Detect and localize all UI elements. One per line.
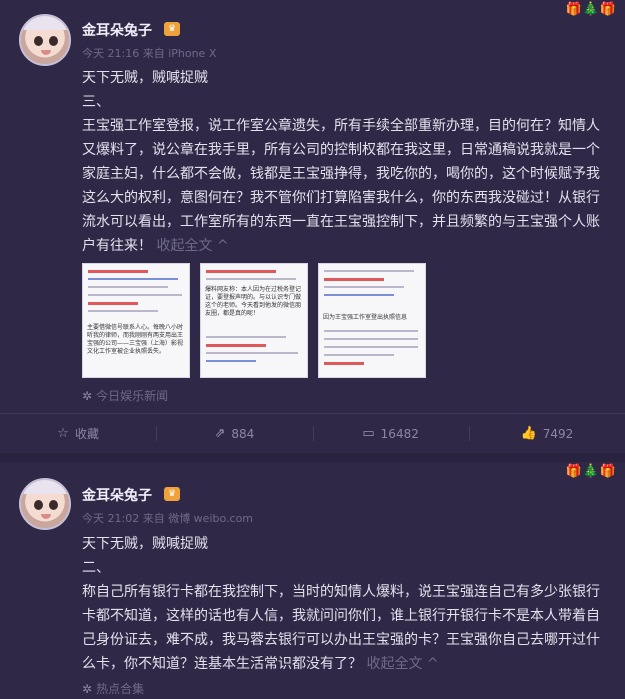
post-meta: 今天 21:16 来自 iPhone X [82,47,217,60]
vip-crown-icon: ♛ [164,487,180,501]
christmas-decoration-icon: 🎁🎄🎁 [565,464,617,479]
star-icon: ☆ [57,426,69,441]
thumbnail-caption: 主要借微信号联系人心。每晚八小时听我的律师，而我刚刚有两支用出王宝强的公司——三… [87,324,184,355]
comment-count: 16482 [380,426,419,441]
thumbnail-caption: 爆料网友称：本人因为在过税务登记证，要登报声明的。与以认识专门做这个的老师。今天… [205,286,302,317]
vip-crown-icon: ♛ [164,22,180,36]
share-button[interactable]: ⇗ 884 [156,414,312,453]
comment-button[interactable]: ▭ 16482 [312,414,469,453]
share-icon: ⇗ [214,426,226,441]
source-label: 今日娱乐新闻 [96,389,169,403]
weibo-post-1: 🎁🎄🎁 金耳朵兔子 ♛ 今天 21:16 来自 iPhone X 天下无贼，贼喊… [0,0,625,453]
source-tag[interactable]: ✲ 今日娱乐新闻 [82,387,168,404]
post-line: 三、 [82,94,110,110]
favorite-label: 收藏 [74,427,99,441]
share-count: 884 [231,426,255,441]
image-thumbnail[interactable]: 因为王宝强工作室登出执照信息 [318,263,426,378]
user-name[interactable]: 金耳朵兔子 [82,485,152,505]
avatar[interactable] [19,14,71,66]
post-text: 天下无贼，贼喊捉贼 三、 王宝强工作室登报，说工作室公章遗失，所有手续全部重新办… [82,66,602,258]
user-name[interactable]: 金耳朵兔子 [82,20,152,40]
collapse-link[interactable]: 收起全文 ^ [156,238,228,254]
collapse-link[interactable]: 收起全文 ^ [366,656,438,672]
like-button[interactable]: 👍 7492 [468,414,625,453]
source-tag[interactable]: ✲ 热点合集 [82,680,144,697]
christmas-decoration-icon: 🎁🎄🎁 [565,2,617,17]
image-thumbnail[interactable]: 爆料网友称：本人因为在过税务登记证，要登报声明的。与以认识专门做这个的老师。今天… [200,263,308,378]
like-icon: 👍 [520,426,537,441]
image-thumbnail[interactable]: 主要借微信号联系人心。每晚八小时听我的律师，而我刚刚有两支用出王宝强的公司——三… [82,263,190,378]
favorite-button[interactable]: ☆ 收藏 [0,414,156,453]
post-line: 二、 [82,560,110,576]
thumbnail-caption: 因为王宝强工作室登出执照信息 [323,314,408,321]
post-line: 称自己所有银行卡都在我控制下，当时的知情人爆料，说王宝强连自己有多少张银行卡都不… [82,584,600,672]
topic-icon: ✲ [82,389,93,403]
like-count: 7492 [542,426,574,441]
post-line: 王宝强工作室登报，说工作室公章遗失，所有手续全部重新办理，目的何在？知情人又爆料… [82,118,600,254]
weibo-post-2: 🎁🎄🎁 金耳朵兔子 ♛ 今天 21:02 来自 微博 weibo.com 天下无… [0,462,625,699]
avatar[interactable] [19,478,71,530]
comment-icon: ▭ [362,426,375,441]
source-label: 热点合集 [96,682,145,696]
post-line: 天下无贼，贼喊捉贼 [82,536,208,552]
post-meta: 今天 21:02 来自 微博 weibo.com [82,512,254,525]
post-text: 天下无贼，贼喊捉贼 二、 称自己所有银行卡都在我控制下，当时的知情人爆料，说王宝… [82,532,602,676]
topic-icon: ✲ [82,682,93,696]
action-bar: ☆ 收藏 ⇗ 884 ▭ 16482 👍 7492 [0,413,625,453]
post-line: 天下无贼，贼喊捉贼 [82,70,208,86]
